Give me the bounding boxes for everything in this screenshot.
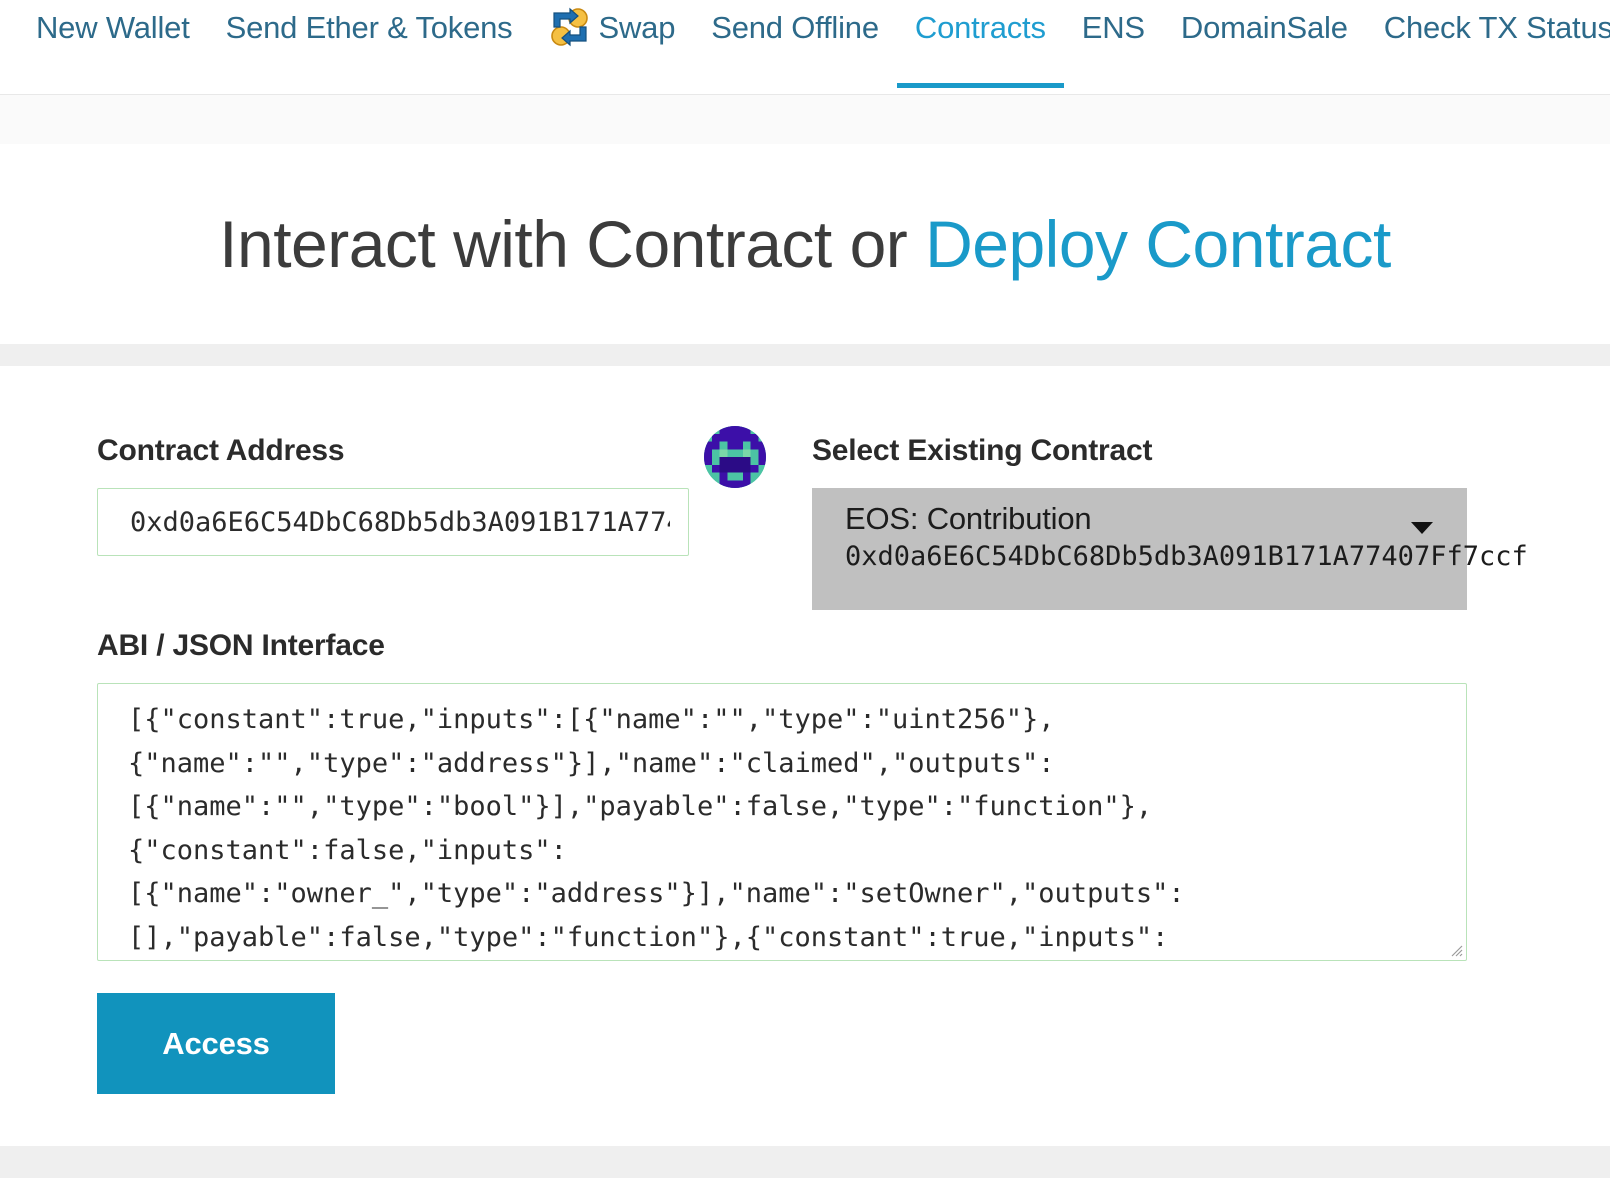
select-contract-group: Select Existing Contract EOS: Contributi… (812, 434, 1528, 610)
select-contract-dropdown[interactable]: EOS: Contribution 0xd0a6E6C54DbC68Db5db3… (812, 488, 1528, 610)
contract-identicon (704, 426, 766, 488)
contract-address-input[interactable] (97, 488, 689, 556)
nav-item-label: Send Ether & Tokens (225, 9, 513, 45)
nav-gap-strip (0, 95, 1610, 144)
deploy-contract-link[interactable]: Deploy Contract (925, 207, 1391, 281)
section-gap (0, 344, 1610, 366)
page-title-card: Interact with Contract or Deploy Contrac… (0, 144, 1610, 344)
contract-address-group: Contract Address (97, 436, 689, 556)
nav-item-swap[interactable]: Swap (530, 0, 693, 96)
nav-item-new-wallet[interactable]: New Wallet (18, 0, 208, 96)
chevron-down-icon (1411, 522, 1433, 534)
access-button[interactable]: Access (97, 993, 335, 1094)
nav-item-label: DomainSale (1180, 9, 1348, 45)
nav-item-contracts[interactable]: Contracts (896, 0, 1064, 96)
nav-item-send-ether-tokens[interactable]: Send Ether & Tokens (208, 0, 531, 96)
abi-textarea[interactable]: [{"constant":true,"inputs":[{"name":"","… (97, 683, 1467, 961)
nav-item-label: Contracts (914, 9, 1046, 45)
nav-item-send-offline[interactable]: Send Offline (693, 0, 897, 96)
nav-item-label: Swap (598, 9, 676, 45)
resize-handle-icon[interactable] (1447, 941, 1463, 957)
abi-group: ABI / JSON Interface [{"constant":true,"… (97, 631, 1467, 961)
swap-icon (548, 5, 592, 49)
abi-label: ABI / JSON Interface (97, 629, 385, 662)
nav-item-domainsale[interactable]: DomainSale (1163, 0, 1366, 96)
main-navigation: New Wallet Send Ether & Tokens Swap Send… (0, 0, 1610, 96)
page-bottom-gap (0, 1146, 1610, 1178)
nav-item-label: ENS (1081, 9, 1145, 45)
contract-form-card: Contract Address Sele (0, 366, 1610, 1146)
nav-item-ens[interactable]: ENS (1064, 0, 1163, 96)
page-title: Interact with Contract or Deploy Contrac… (219, 211, 1391, 277)
page-title-separator: or (831, 207, 926, 281)
select-contract-label: Select Existing Contract (812, 434, 1153, 467)
nav-item-check-tx-status[interactable]: Check TX Status (1366, 0, 1610, 96)
nav-item-label: Check TX Status (1383, 9, 1610, 45)
abi-content: [{"constant":true,"inputs":[{"name":"","… (128, 704, 1185, 953)
nav-item-label: Send Offline (711, 9, 879, 45)
nav-item-label: New Wallet (36, 9, 190, 45)
selected-contract-name: EOS: Contribution (845, 501, 1092, 536)
page-title-lead: Interact with Contract (219, 207, 832, 281)
contract-address-label: Contract Address (97, 434, 345, 467)
selected-contract-address: 0xd0a6E6C54DbC68Db5db3A091B171A77407Ff7c… (845, 541, 1528, 573)
